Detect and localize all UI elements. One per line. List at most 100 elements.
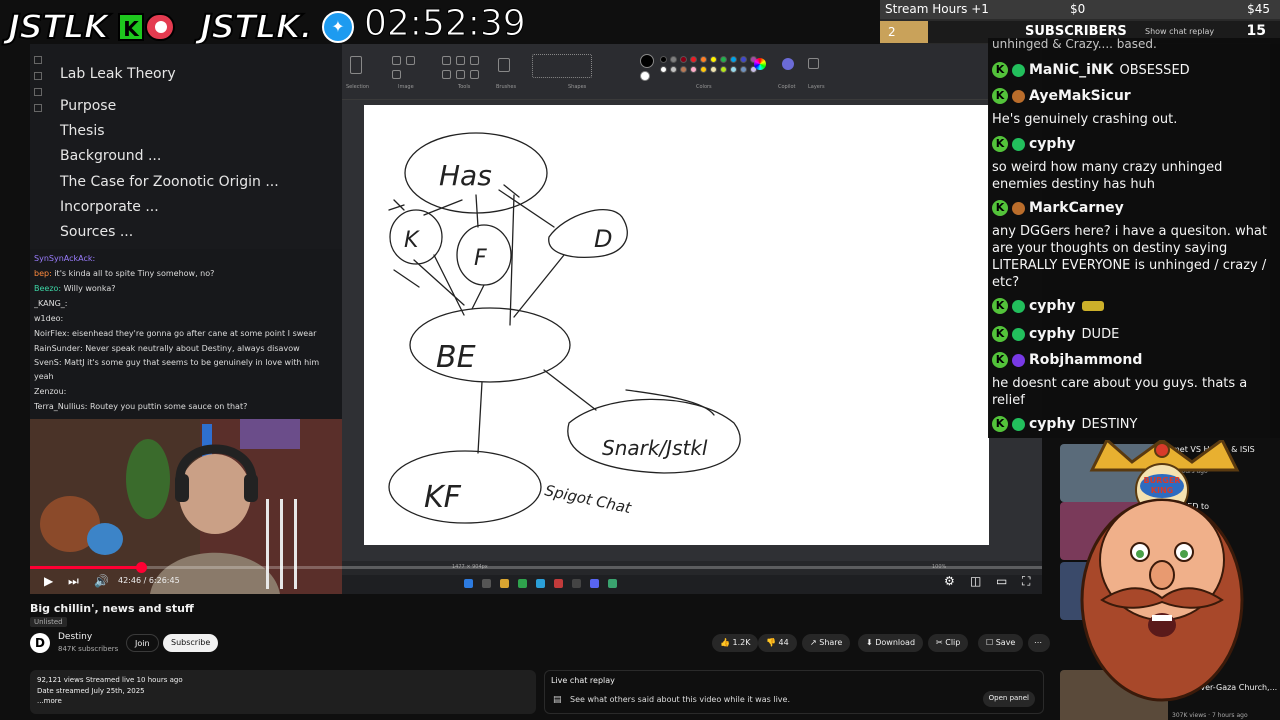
more-actions-icon[interactable]: ⋯ (1028, 634, 1050, 652)
rotate-icon[interactable] (392, 70, 401, 79)
show-chat-replay-link[interactable]: Show chat replay (1145, 27, 1214, 36)
open-panel-button[interactable]: Open panel (982, 691, 1035, 707)
subscribers-goal: 15 (1246, 23, 1266, 39)
nav-icon[interactable] (34, 72, 42, 80)
color-swatch[interactable] (720, 66, 727, 73)
channel-name[interactable]: Destiny (58, 632, 92, 642)
secondary-color-swatch[interactable] (640, 71, 650, 81)
overlay-chat-username: Zenzou: (34, 387, 67, 396)
crop-icon[interactable] (392, 56, 401, 65)
download-button[interactable]: ⬇ Download (858, 634, 924, 652)
chat-username[interactable]: AyeMakSicur (1029, 88, 1131, 104)
clip-button[interactable]: ✂ Clip (928, 634, 969, 652)
overlay-chat-text: Never speak neutrally about Destiny, alw… (85, 344, 300, 353)
pencil-icon[interactable] (442, 56, 451, 65)
nav-icon[interactable] (34, 56, 42, 64)
like-icon: 👍 (720, 638, 733, 647)
progress-scrubber[interactable] (136, 562, 148, 573)
color-swatch[interactable] (700, 66, 707, 73)
color-swatch[interactable] (660, 56, 667, 63)
color-swatch[interactable] (690, 66, 697, 73)
color-swatch[interactable] (710, 56, 717, 63)
chat-text: DESTINY (1081, 416, 1138, 432)
chat-fragment: unhinged & Crazy.... based. (992, 37, 1157, 51)
record-icon (145, 13, 175, 41)
nav-icon[interactable] (34, 104, 42, 112)
color-swatch[interactable] (690, 56, 697, 63)
like-button[interactable]: 👍 1.2K (712, 634, 759, 652)
chat-username[interactable]: cyphy (1029, 416, 1076, 432)
color-swatch[interactable] (700, 56, 707, 63)
outline-item-sources[interactable]: Sources ... (60, 224, 133, 240)
brush-icon[interactable] (498, 58, 510, 72)
more-link[interactable]: ...more (37, 696, 529, 706)
chat-text: He's genuinely crashing out. (992, 112, 1178, 127)
color-swatch[interactable] (740, 66, 747, 73)
color-swatch[interactable] (680, 66, 687, 73)
color-swatch[interactable] (720, 56, 727, 63)
chat-username[interactable]: MaNiC_iNK (1029, 62, 1114, 78)
label-be: BE (436, 340, 476, 375)
next-icon[interactable]: ⏭ (68, 574, 79, 589)
color-swatch[interactable] (680, 56, 687, 63)
primary-color-swatch[interactable] (640, 54, 654, 68)
color-swatch[interactable] (670, 66, 677, 73)
outline-item-incorporate[interactable]: Incorporate ... (60, 199, 159, 215)
chat-message: Kcyphy (992, 298, 1276, 314)
color-swatch[interactable] (740, 56, 747, 63)
chat-message: K MarkCarney (992, 200, 1276, 216)
nav-icon[interactable] (34, 88, 42, 96)
color-swatch[interactable] (730, 66, 737, 73)
fill-icon[interactable] (456, 56, 465, 65)
channel-subscribers: 847K subscribers (58, 645, 119, 653)
kick-badge-icon: K (992, 416, 1008, 432)
resize-icon[interactable] (406, 56, 415, 65)
edit-colors-icon[interactable] (754, 58, 766, 70)
video-title: Big chillin', news and stuff (30, 602, 194, 615)
dislike-button[interactable]: 👎 44 (758, 634, 797, 652)
chat-text: DUDE (1081, 326, 1120, 342)
chat-username[interactable]: cyphy (1029, 298, 1076, 314)
color-swatch[interactable] (670, 56, 677, 63)
outline-item-zoonotic[interactable]: The Case for Zoonotic Origin ... (60, 174, 279, 190)
clip-label: Clip (945, 638, 961, 647)
share-button[interactable]: ↗ Share (802, 634, 851, 652)
color-swatch[interactable] (710, 66, 717, 73)
theater-mode-icon[interactable]: ▭ (996, 574, 1007, 588)
outline-item-thesis[interactable]: Thesis (60, 123, 105, 139)
selection-tool-icon[interactable] (350, 56, 362, 74)
eraser-icon[interactable] (442, 70, 451, 79)
paint-canvas[interactable]: Has K F D BE KF Snark/Jstkl Spigot Chat (364, 105, 989, 545)
copilot-icon[interactable] (782, 58, 794, 70)
stream-hours-label: Stream Hours +1 (885, 2, 989, 16)
volume-icon[interactable]: 🔊 (94, 574, 109, 588)
color-picker-icon[interactable] (456, 70, 465, 79)
layers-icon[interactable] (808, 58, 819, 69)
play-icon[interactable]: ▶ (44, 574, 53, 588)
description-box[interactable]: 92,121 views Streamed live 10 hours ago … (30, 670, 536, 714)
save-button[interactable]: ☐ Save (978, 634, 1024, 652)
chat-username[interactable]: MarkCarney (1029, 200, 1124, 216)
miniplayer-icon[interactable]: ◫ (970, 574, 981, 588)
chat-username[interactable]: cyphy (1029, 136, 1076, 152)
text-icon[interactable] (470, 56, 479, 65)
jstlk-logo: JSTLK (7, 6, 110, 47)
fullscreen-icon[interactable]: ⛶ (1022, 574, 1030, 589)
overlay-chat-username: NoirFlex: (34, 329, 70, 338)
subscribe-button[interactable]: Subscribe (163, 634, 219, 652)
chat-username[interactable]: cyphy (1029, 326, 1076, 342)
color-swatch[interactable] (730, 56, 737, 63)
chat-message: Kcyphy (992, 136, 1276, 152)
color-swatch[interactable] (660, 66, 667, 73)
outline-item-purpose[interactable]: Purpose (60, 98, 116, 114)
group-label-selection: Selection (346, 84, 370, 90)
shapes-gallery[interactable] (532, 54, 592, 78)
overlay-chat-message: Zenzou: (34, 384, 338, 399)
join-button[interactable]: Join (126, 634, 159, 652)
progress-bar[interactable] (30, 562, 1042, 573)
outline-item-background[interactable]: Background ... (60, 148, 161, 164)
settings-icon[interactable]: ⚙ (944, 574, 955, 588)
magnifier-icon[interactable] (470, 70, 479, 79)
channel-avatar[interactable]: D (30, 633, 50, 653)
chat-username[interactable]: Robjhammond (1029, 352, 1142, 368)
